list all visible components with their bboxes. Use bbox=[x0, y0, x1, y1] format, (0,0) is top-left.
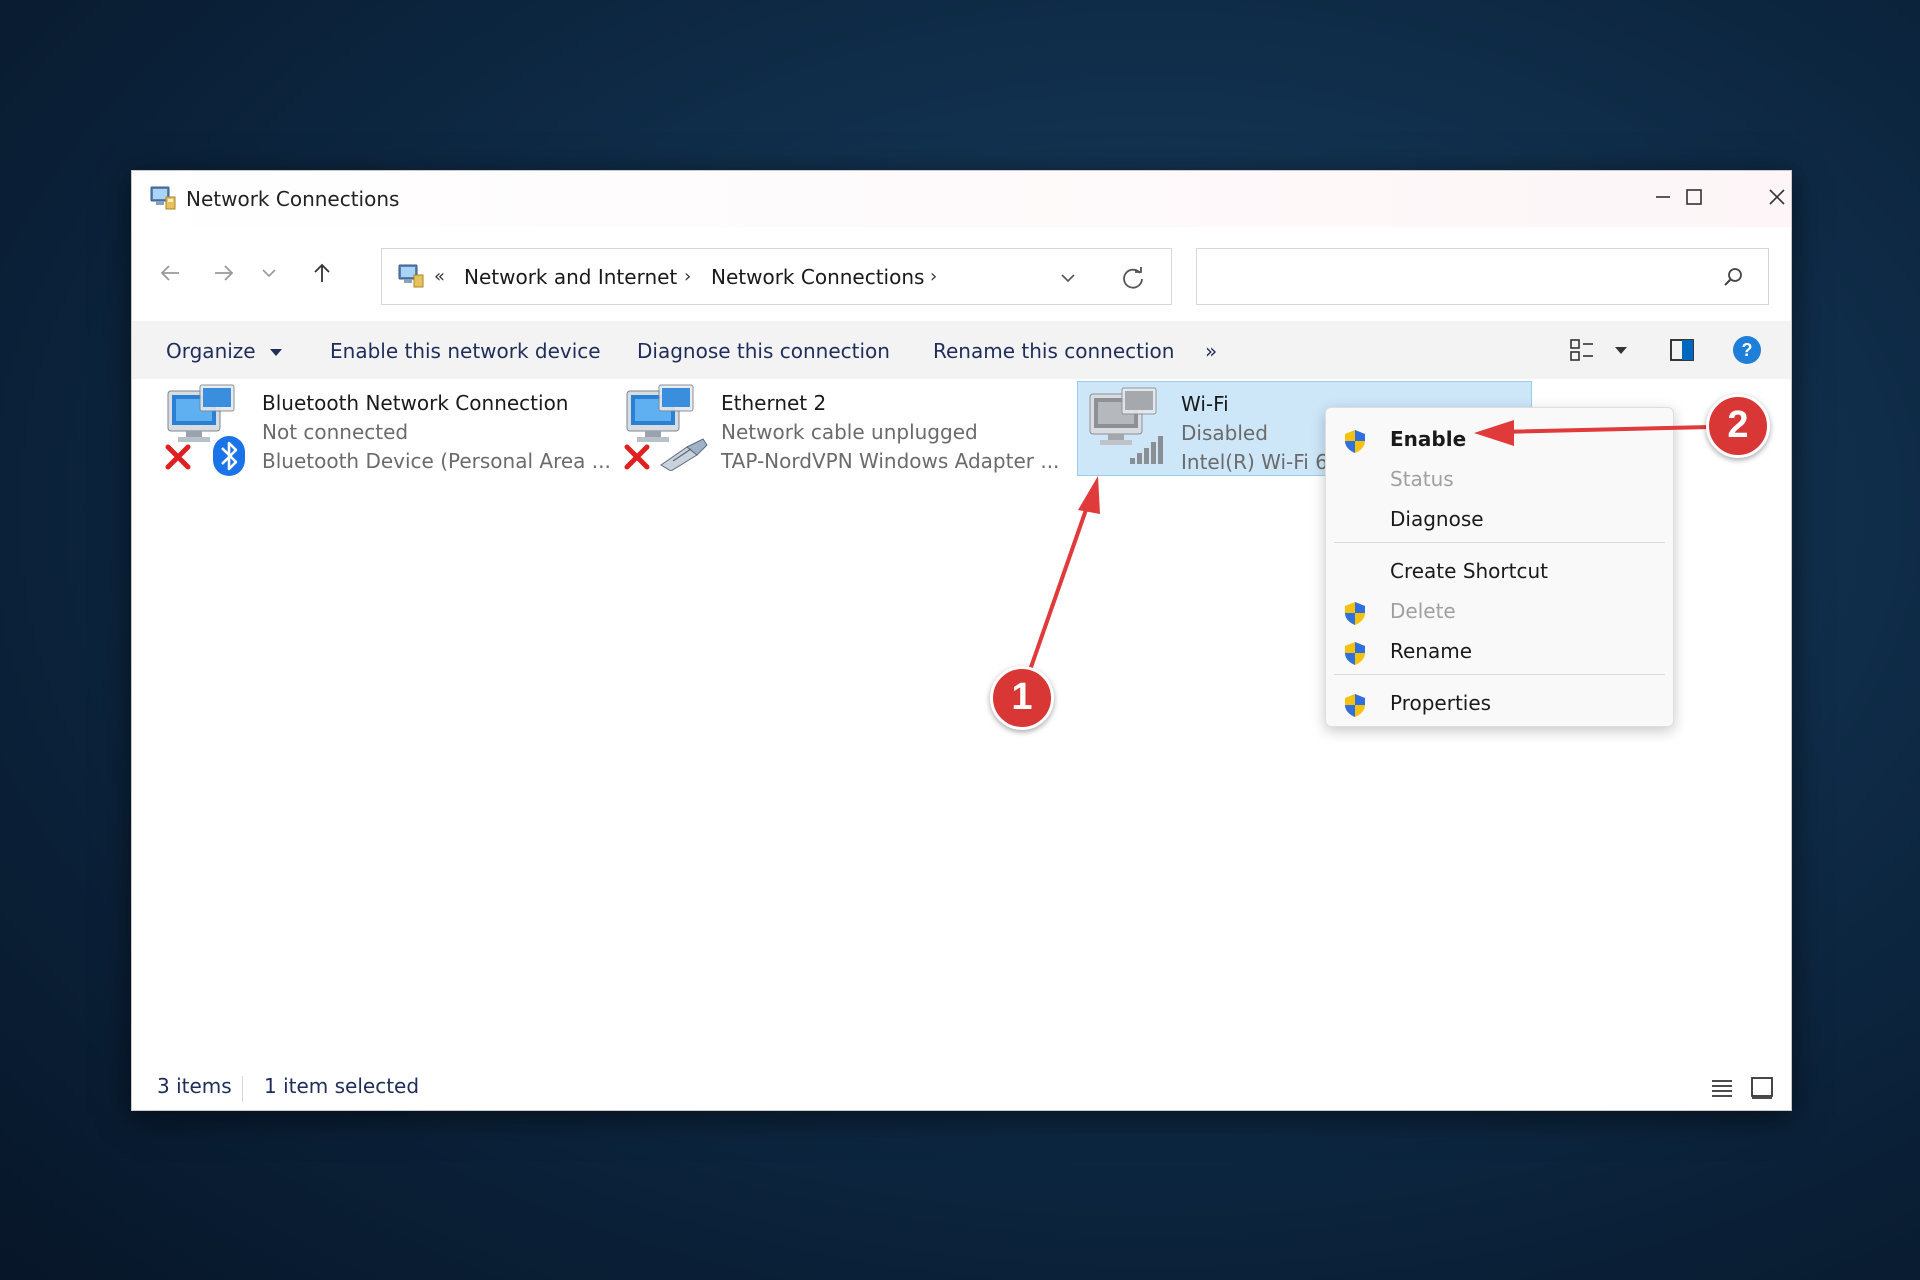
annotation-overlay bbox=[1028, 420, 1712, 672]
annotation-arrow-1 bbox=[1028, 476, 1100, 672]
annotation-badge-1: 1 bbox=[990, 666, 1054, 730]
annotation-arrow-2 bbox=[1474, 420, 1712, 446]
annotation-badge-2: 2 bbox=[1706, 394, 1770, 458]
